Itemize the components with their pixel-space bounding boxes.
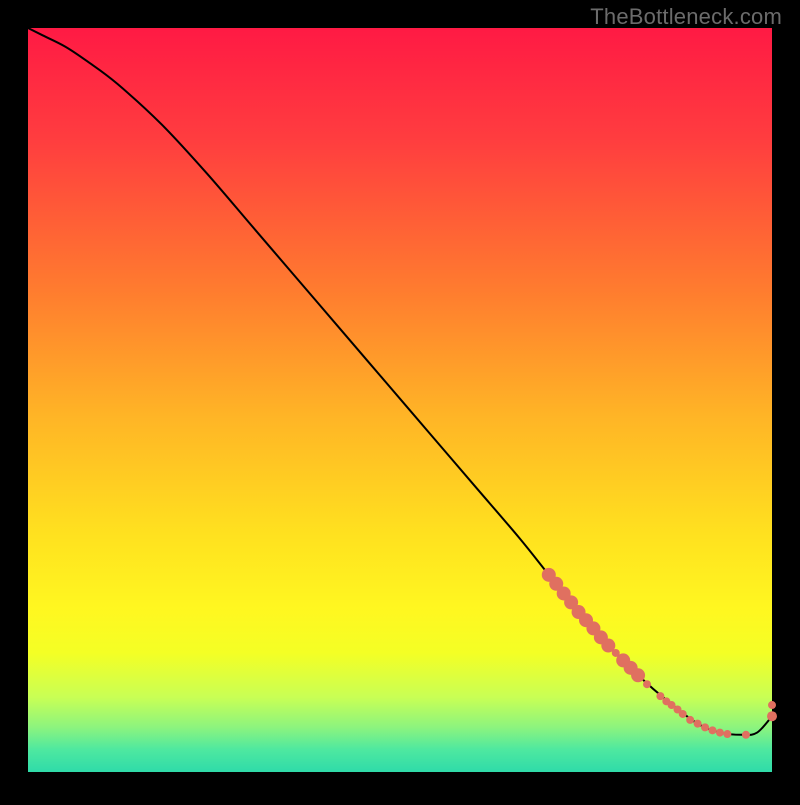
- data-marker: [686, 716, 694, 724]
- data-marker: [768, 701, 776, 709]
- data-marker: [701, 723, 709, 731]
- data-marker: [716, 729, 724, 737]
- data-marker: [631, 668, 645, 682]
- data-marker: [708, 726, 716, 734]
- data-marker: [694, 720, 702, 728]
- data-marker: [643, 680, 651, 688]
- data-marker: [723, 730, 731, 738]
- data-marker: [679, 710, 687, 718]
- data-marker: [742, 731, 750, 739]
- watermark-label: TheBottleneck.com: [590, 4, 782, 30]
- chart-container: TheBottleneck.com: [0, 0, 800, 800]
- data-marker: [767, 711, 777, 721]
- bottleneck-chart: [0, 0, 800, 800]
